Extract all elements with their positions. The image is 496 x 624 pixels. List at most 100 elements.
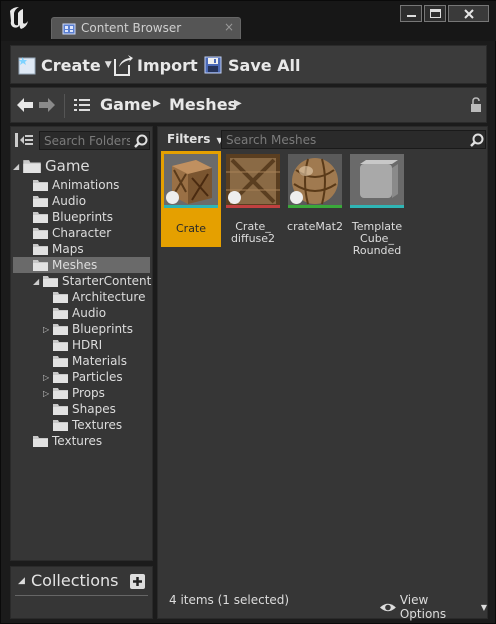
- forward-arrow-icon[interactable]: [38, 97, 56, 113]
- chevron-right-icon[interactable]: ▶: [153, 98, 161, 109]
- folder-tree-item[interactable]: Textures: [13, 417, 122, 433]
- folder-tree-item[interactable]: Shapes: [13, 401, 116, 417]
- folder-tree-item[interactable]: ▷ Particles: [13, 369, 123, 385]
- back-arrow-icon[interactable]: [16, 97, 34, 113]
- search-icon[interactable]: [134, 134, 148, 148]
- folder-icon: [53, 388, 68, 399]
- import-button[interactable]: Import: [112, 52, 198, 78]
- folder-tree-item[interactable]: Blueprints: [13, 209, 113, 225]
- save-icon: [204, 56, 222, 74]
- folder-tree-item[interactable]: ◢ StarterContent: [13, 273, 151, 289]
- folder-label: Game: [45, 157, 90, 175]
- folder-label: Shapes: [72, 402, 116, 416]
- path-picker-icon[interactable]: [74, 99, 90, 112]
- collapse-icon[interactable]: ◢: [18, 576, 25, 586]
- sources-toggle-icon[interactable]: [15, 133, 33, 147]
- folder-label: Meshes: [52, 258, 98, 272]
- asset-thumbnail: [164, 154, 218, 208]
- folder-icon: [53, 420, 68, 431]
- status-text: 4 items (1 selected): [169, 593, 290, 607]
- asset-tile-template-cube-rounded[interactable]: Template Cube_ Rounded: [347, 151, 407, 257]
- folder-tree-item[interactable]: HDRI: [13, 337, 102, 353]
- folder-tree-item[interactable]: Architecture: [13, 289, 145, 305]
- tab-content-browser[interactable]: Content Browser ×: [51, 17, 241, 39]
- add-collection-button[interactable]: [130, 574, 145, 589]
- folder-tree-item[interactable]: ▷ Blueprints: [13, 321, 133, 337]
- close-icon: [464, 9, 474, 19]
- asset-view-panel: Filters ▼ Crate: [157, 126, 488, 621]
- asset-tile-crate[interactable]: Crate: [161, 151, 221, 247]
- chevron-right-icon[interactable]: ▶: [234, 98, 242, 109]
- title-bar: Content Browser ×: [1, 1, 496, 41]
- content-browser-icon: [62, 23, 76, 35]
- folder-icon: [33, 180, 48, 191]
- folder-label: Blueprints: [52, 210, 114, 224]
- path-bar: Game ▶ Meshes ▶: [10, 87, 487, 123]
- expanded-icon[interactable]: ◢: [13, 162, 23, 171]
- folder-open-icon: [43, 276, 58, 287]
- breadcrumb-game[interactable]: Game: [100, 95, 151, 114]
- folder-icon: [53, 292, 68, 303]
- folder-icon: [33, 436, 48, 447]
- plus-icon: [133, 577, 142, 586]
- unreal-logo-icon[interactable]: [7, 5, 31, 31]
- collections-label[interactable]: Collections: [31, 571, 118, 590]
- maximize-button[interactable]: [424, 5, 446, 22]
- divider: [15, 595, 148, 596]
- filters-button[interactable]: Filters ▼: [167, 132, 223, 146]
- folder-label: Props: [72, 386, 105, 400]
- folder-icon: [33, 260, 48, 271]
- folder-tree-item[interactable]: Textures: [13, 433, 102, 449]
- folder-tree-item[interactable]: Audio: [13, 193, 86, 209]
- folder-tree-item[interactable]: Materials: [13, 353, 127, 369]
- collapsed-icon[interactable]: ▷: [43, 325, 53, 334]
- lock-icon[interactable]: [470, 97, 482, 113]
- tab-close-icon[interactable]: ×: [224, 20, 234, 34]
- collections-panel: ◢ Collections: [10, 566, 153, 619]
- folder-open-icon: [23, 160, 41, 173]
- content-browser-window: Content Browser × Create ▼ Import Save A…: [0, 0, 496, 624]
- folder-tree-item[interactable]: Animations: [13, 177, 119, 193]
- chevron-down-icon: ▼: [104, 60, 112, 70]
- collapsed-icon[interactable]: ▷: [43, 389, 53, 398]
- folder-icon: [53, 308, 68, 319]
- cube-thumbnail-icon: [350, 154, 404, 205]
- view-options-button[interactable]: View Options ▼: [379, 593, 487, 621]
- asset-type-badge-icon: [290, 191, 303, 204]
- asset-search-box: [221, 130, 486, 149]
- create-icon: [18, 57, 36, 75]
- folder-label: Character: [52, 226, 112, 240]
- folder-search-input[interactable]: [40, 132, 130, 149]
- close-window-button[interactable]: [448, 5, 489, 22]
- expanded-icon[interactable]: ◢: [33, 277, 43, 286]
- asset-search-input[interactable]: [222, 131, 462, 148]
- asset-label: Template Cube_ Rounded: [351, 220, 403, 257]
- window-controls: [400, 5, 491, 23]
- folder-label: Textures: [72, 418, 123, 432]
- asset-tile-crate-diffuse2[interactable]: Crate_ diffuse2: [223, 151, 283, 247]
- chevron-down-icon: ▼: [480, 602, 487, 612]
- save-all-button[interactable]: Save All: [202, 52, 301, 78]
- folder-tree-item[interactable]: ◢ Game: [13, 157, 90, 175]
- folder-tree-item[interactable]: Character: [13, 225, 111, 241]
- collapsed-icon[interactable]: ▷: [43, 373, 53, 382]
- folder-icon: [33, 212, 48, 223]
- minimize-button[interactable]: [400, 5, 422, 22]
- folder-tree-item[interactable]: Maps: [13, 241, 84, 257]
- folder-label: Particles: [72, 370, 123, 384]
- folder-label: Audio: [52, 194, 87, 208]
- folder-label: HDRI: [72, 338, 103, 352]
- folder-tree-item[interactable]: Meshes: [13, 257, 150, 273]
- folder-tree-item[interactable]: Audio: [13, 305, 106, 321]
- toolbar: Create ▼ Import Save All: [10, 45, 487, 84]
- import-icon: [114, 55, 133, 76]
- asset-tile-cratemat2[interactable]: crateMat2: [285, 151, 345, 247]
- search-icon[interactable]: [470, 133, 484, 147]
- folder-label: Materials: [72, 354, 128, 368]
- breadcrumb-meshes[interactable]: Meshes: [169, 95, 237, 114]
- create-button[interactable]: Create ▼: [16, 52, 112, 78]
- folder-tree-item[interactable]: ▷ Props: [13, 385, 105, 401]
